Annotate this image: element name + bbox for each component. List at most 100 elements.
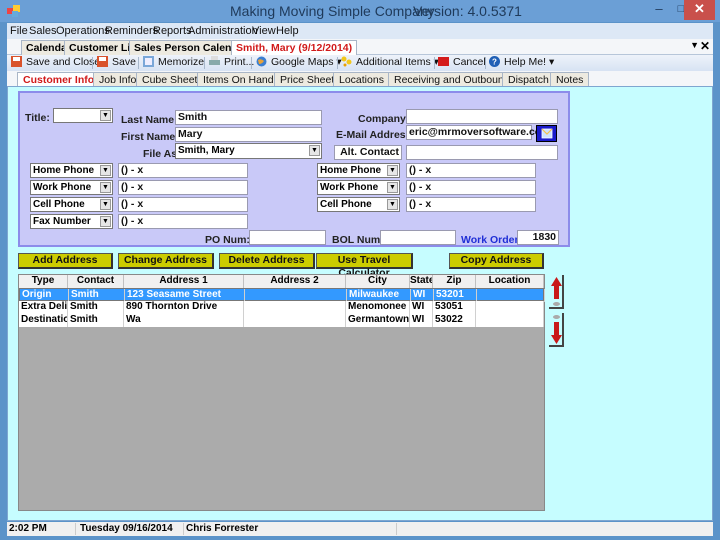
status-divider — [396, 523, 397, 535]
phone-input-3[interactable]: () - x — [118, 197, 248, 212]
tab-items-on-hand[interactable]: Items On Hand — [197, 72, 280, 86]
tab-customer-info[interactable]: Customer Info — [17, 72, 101, 86]
help-label: Help Me! — [504, 56, 547, 68]
po-num-input[interactable] — [249, 230, 326, 245]
title-label: Title: — [25, 112, 50, 124]
menu-administration[interactable]: Administration — [188, 25, 258, 37]
version-label: Version: 4.0.5371 — [413, 3, 522, 19]
cell-city: Germantown — [348, 314, 410, 327]
column-header-zip[interactable]: Zip — [433, 275, 476, 288]
column-header-location[interactable]: Location — [476, 275, 544, 288]
send-email-button[interactable] — [536, 125, 557, 142]
menu-view[interactable]: View — [252, 25, 276, 37]
save-and-close-button[interactable]: Save and Close — [11, 56, 100, 70]
first-name-input[interactable]: Mary — [175, 127, 322, 142]
alt-contact-input[interactable] — [406, 145, 558, 160]
phone-input-2[interactable]: () - x — [118, 180, 248, 195]
tab-locations[interactable]: Locations — [333, 72, 390, 86]
column-header-city[interactable]: City — [346, 275, 410, 288]
phone-type-select-2[interactable]: Work Phone ▼ — [30, 180, 113, 195]
menu-sales[interactable]: Sales — [29, 25, 57, 37]
close-tab-icon[interactable]: ✕ — [700, 39, 710, 53]
last-name-input[interactable]: Smith — [175, 110, 322, 125]
help-button[interactable]: ? Help Me! ▾ — [489, 56, 554, 70]
chevron-down-icon: ▼ — [309, 145, 320, 156]
printer-icon — [209, 56, 220, 65]
status-divider — [183, 523, 184, 535]
cancel-label: Cancel — [453, 56, 486, 68]
copy-address-button[interactable]: Copy Address — [449, 253, 544, 269]
phone-input-7[interactable]: () - x — [406, 197, 536, 212]
phone-input-4[interactable]: () - x — [118, 214, 248, 229]
menu-file[interactable]: File — [10, 25, 28, 37]
tab-job-info[interactable]: Job Info — [93, 72, 143, 86]
title-bar: Making Moving Simple Company Version: 4.… — [0, 0, 720, 22]
menu-help[interactable]: Help — [276, 25, 299, 37]
title-select[interactable]: ▼ — [53, 108, 113, 123]
arrow-up-icon — [551, 277, 562, 306]
additional-items-button[interactable]: Additional Items ▾ — [341, 56, 439, 70]
column-header-address1[interactable]: Address 1 — [124, 275, 244, 288]
tab-cube-sheet[interactable]: Cube Sheet — [136, 72, 204, 86]
save-and-close-label: Save and Close — [26, 56, 101, 68]
menu-reminders[interactable]: Reminders — [105, 25, 158, 37]
move-down-button[interactable] — [549, 313, 564, 347]
phone-type-select-3[interactable]: Cell Phone ▼ — [30, 197, 113, 212]
save-button[interactable]: Save — [97, 56, 136, 70]
alt-contact-label: Alt. Contact — [334, 145, 402, 160]
move-up-button[interactable] — [549, 275, 564, 309]
change-address-button[interactable]: Change Address — [118, 253, 214, 269]
table-row[interactable]: Origin Smith 123 Seasame Street Milwauke… — [19, 288, 545, 302]
tab-notes[interactable]: Notes — [550, 72, 590, 86]
company-label: Company: — [358, 113, 410, 125]
phone-input-6[interactable]: () - x — [406, 180, 536, 195]
close-button[interactable]: ✕ — [684, 0, 715, 20]
phone-input-5[interactable]: () - x — [406, 163, 536, 178]
menu-operations[interactable]: Operations — [56, 25, 110, 37]
envelope-icon — [541, 128, 553, 139]
page-tabs: Customer Info Job Info Cube Sheet Items … — [7, 71, 713, 86]
table-row[interactable]: Extra Delivery Smith 890 Thornton Drive … — [19, 301, 544, 314]
phone-input-1[interactable]: () - x — [118, 163, 248, 178]
print-button[interactable]: Print... — [209, 56, 254, 70]
doc-tab-customer-record[interactable]: Smith, Mary (9/12/2014) — [231, 40, 358, 55]
menu-reports[interactable]: Reports — [153, 25, 192, 37]
help-icon: ? — [489, 56, 500, 67]
bol-num-label: BOL Num: — [332, 234, 384, 246]
toolbar-separator — [337, 57, 338, 69]
company-input[interactable] — [406, 109, 558, 124]
tab-price-sheet[interactable]: Price Sheet — [274, 72, 341, 86]
use-travel-calculator-button[interactable]: Use Travel Calculator — [316, 253, 413, 279]
cancel-button[interactable]: Cancel — [438, 56, 486, 70]
bol-num-input[interactable] — [380, 230, 456, 245]
file-as-select[interactable]: Smith, Mary ▼ — [175, 143, 322, 159]
phone-type-select-4[interactable]: Fax Number ▼ — [30, 214, 113, 229]
tab-dispatch[interactable]: Dispatch — [502, 72, 555, 86]
cell-type: Destination — [19, 314, 68, 327]
phone-type-select-6[interactable]: Work Phone ▼ — [317, 180, 400, 195]
add-address-button[interactable]: Add Address — [18, 253, 113, 269]
email-label: E-Mail Address: — [336, 129, 415, 141]
table-row[interactable]: Destination Smith Wa Germantown WI 53022 — [19, 314, 544, 327]
phone-type-select-5[interactable]: Home Phone ▼ — [317, 163, 400, 178]
email-input[interactable]: eric@mrmoversoftware.com — [406, 125, 551, 140]
minimize-button[interactable]: – — [648, 0, 670, 20]
cell-address1: Wa — [124, 314, 244, 327]
google-maps-button[interactable]: Google Maps ▾ — [256, 56, 342, 70]
phone-type-select-7[interactable]: Cell Phone ▼ — [317, 197, 400, 212]
column-header-address2[interactable]: Address 2 — [244, 275, 346, 288]
work-order-value: 1830 — [517, 230, 559, 245]
phone-type-select-1[interactable]: Home Phone ▼ — [30, 163, 113, 178]
column-header-contact[interactable]: Contact — [68, 275, 124, 288]
column-header-state[interactable]: State — [410, 275, 433, 288]
delete-address-button[interactable]: Delete Address — [219, 253, 315, 269]
work-order-label: Work Order: — [461, 234, 523, 246]
print-label: Print... — [224, 56, 255, 68]
column-header-type[interactable]: Type — [19, 275, 68, 288]
tab-receiving-outbound[interactable]: Receiving and Outbound — [388, 72, 516, 86]
cell-address2 — [244, 314, 346, 327]
chevron-down-icon: ▼ — [100, 216, 111, 227]
memorize-button[interactable]: Memorize — [143, 56, 204, 70]
tab-list-dropdown-icon[interactable]: ▼ — [690, 40, 699, 50]
sparkle-icon — [341, 56, 352, 67]
